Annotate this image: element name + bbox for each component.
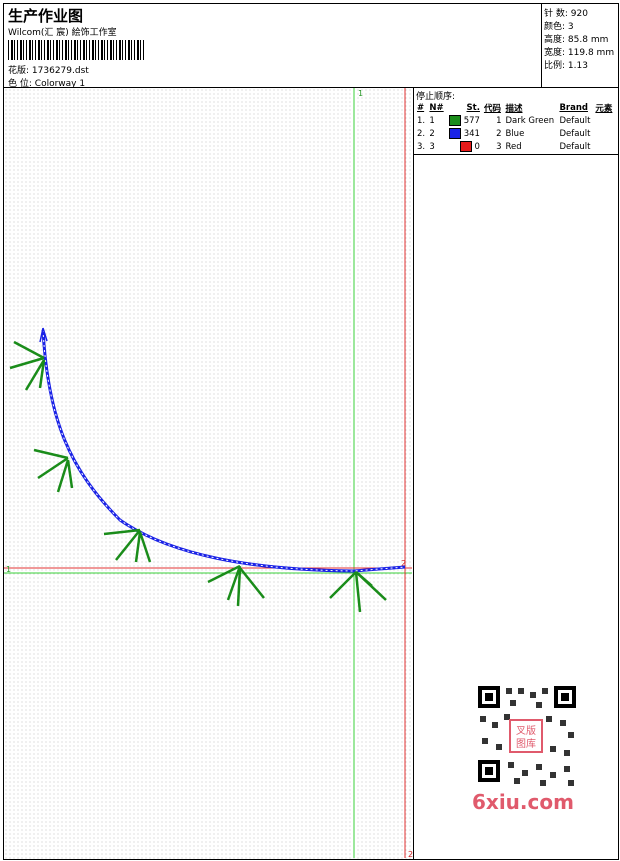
qr-badge-line2: 图库 [516,737,536,750]
qr-code: 叉版 图库 [470,680,582,792]
qr-pattern: 叉版 图库 [478,686,576,786]
green-tassel-4 [207,564,265,607]
watermark-site: 6xiu.com [472,790,574,814]
green-tassel-2 [33,448,74,493]
green-tassel-1 [9,340,46,391]
green-v-guide-label: 1 [358,89,363,98]
blue-stitch-path [41,329,406,573]
green-h-guide-label: 1 [6,565,11,574]
blue-stitch-detail [42,329,406,572]
qr-badge-line1: 叉版 [516,724,536,737]
green-tassel-5 [329,571,387,613]
red-v-guide-label: 2 [408,850,413,859]
